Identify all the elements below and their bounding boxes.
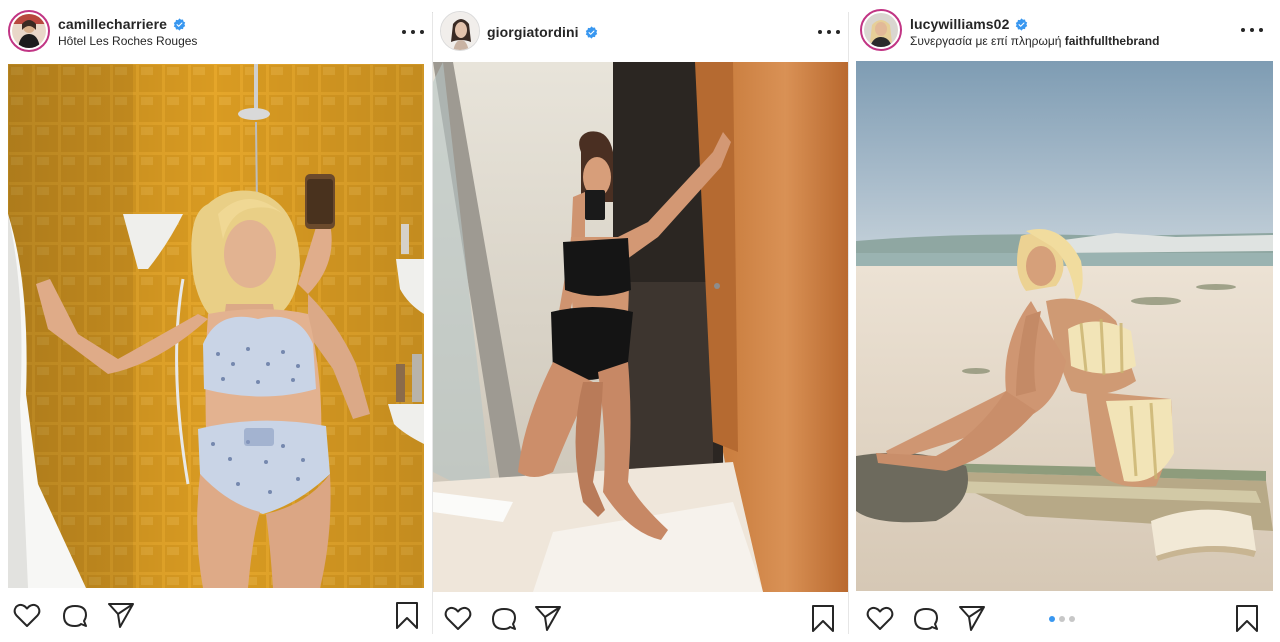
avatar[interactable] (860, 9, 902, 51)
post-header: camillecharriere Hôtel Les Roches Rouges (0, 0, 432, 62)
post-photo[interactable] (8, 64, 424, 588)
paper-plane-icon[interactable] (106, 600, 136, 630)
bookmark-icon[interactable] (1232, 603, 1262, 633)
verified-badge-icon (173, 17, 186, 31)
verified-badge-icon (1016, 17, 1028, 31)
paid-partnership-text: Συνεργασία με επί πληρωμή (910, 34, 1062, 48)
paid-partnership-label[interactable]: Συνεργασία με επί πληρωμή faithfullthebr… (910, 34, 1159, 48)
photo-woman-on-beach (856, 61, 1273, 591)
post-header: lucywilliams02 Συνεργασία με επί πληρωμή… (849, 0, 1280, 62)
profile-photo-icon (864, 13, 898, 47)
paper-plane-icon[interactable] (957, 603, 987, 633)
partner-brand-link[interactable]: faithfullthebrand (1065, 34, 1160, 48)
post-photo[interactable] (856, 61, 1273, 591)
more-options-icon[interactable] (402, 26, 424, 38)
heart-icon[interactable] (12, 600, 42, 630)
avatar[interactable] (440, 11, 480, 51)
post-photo[interactable] (433, 62, 848, 592)
post-header: giorgiatordini (433, 0, 848, 62)
comment-bubble-icon[interactable] (911, 605, 941, 635)
paper-plane-icon[interactable] (533, 603, 563, 633)
verified-badge-icon (585, 25, 597, 39)
location-link[interactable]: Hôtel Les Roches Rouges (58, 34, 197, 48)
post-card-2: giorgiatordini (433, 0, 848, 642)
username[interactable]: lucywilliams02 (910, 16, 1009, 32)
heart-icon[interactable] (443, 603, 473, 633)
heart-icon[interactable] (865, 603, 895, 633)
post-card-1: camillecharriere Hôtel Les Roches Rouges (0, 0, 432, 642)
bookmark-icon[interactable] (392, 600, 422, 630)
more-options-icon[interactable] (1241, 24, 1263, 36)
profile-photo-icon (12, 14, 46, 48)
comment-bubble-icon[interactable] (489, 605, 519, 635)
username[interactable]: giorgiatordini (487, 24, 579, 40)
carousel-indicator (1049, 616, 1075, 622)
photo-woman-in-shower (8, 64, 424, 588)
profile-photo-icon (441, 12, 479, 50)
carousel-dot (1059, 616, 1065, 622)
comment-bubble-icon[interactable] (60, 602, 90, 632)
photo-woman-mirror-selfie (433, 62, 848, 592)
username[interactable]: camillecharriere (58, 16, 167, 32)
more-options-icon[interactable] (818, 26, 840, 38)
carousel-dot-active (1049, 616, 1055, 622)
carousel-dot (1069, 616, 1075, 622)
post-card-3: lucywilliams02 Συνεργασία με επί πληρωμή… (849, 0, 1280, 642)
avatar[interactable] (8, 10, 50, 52)
bookmark-icon[interactable] (808, 603, 838, 633)
